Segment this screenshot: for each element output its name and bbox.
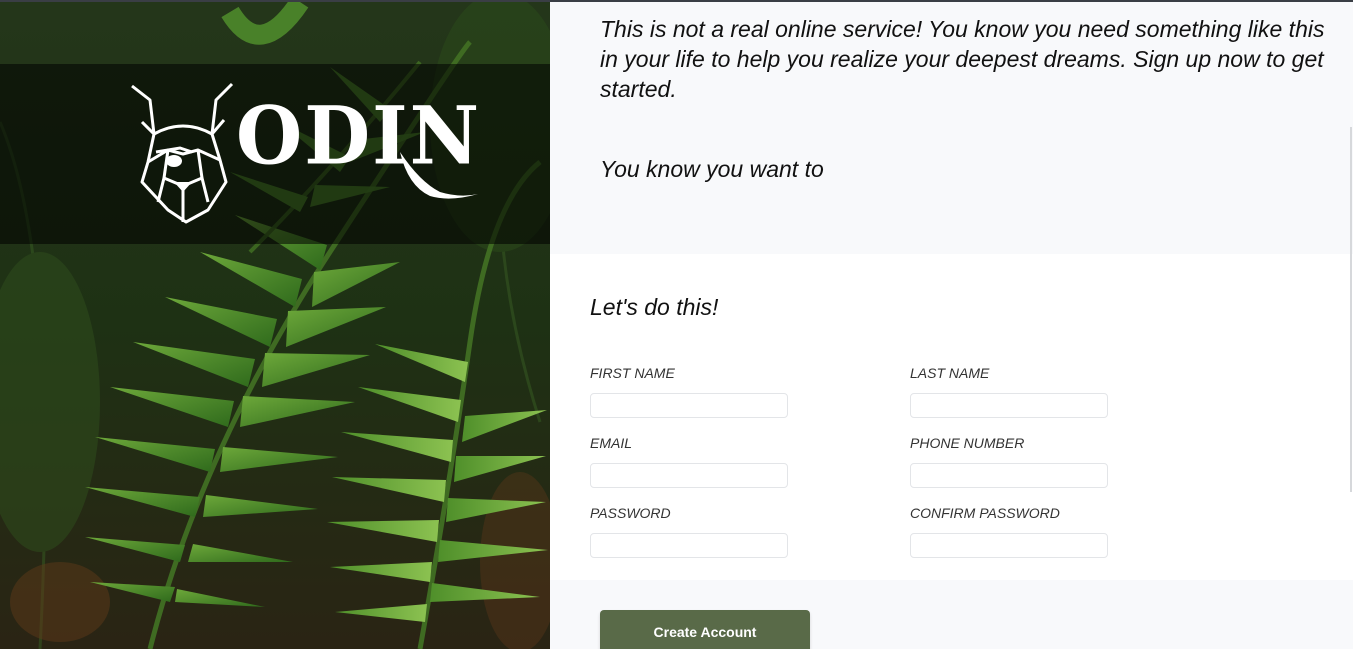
- scrollbar-track[interactable]: [1350, 127, 1352, 492]
- intro-subtext: You know you want to: [600, 156, 824, 182]
- phone-number-input[interactable]: [910, 463, 1108, 488]
- logo-swoosh-icon: [400, 152, 478, 199]
- confirm-password-input[interactable]: [910, 533, 1108, 558]
- viking-dog-head-icon: [131, 82, 234, 224]
- last-name-input[interactable]: [910, 393, 1108, 418]
- phone-number-label: PHONE NUMBER: [910, 435, 1025, 451]
- password-label: PASSWORD: [590, 505, 671, 521]
- email-label: EMAIL: [590, 435, 633, 451]
- first-name-label: FIRST NAME: [590, 365, 675, 381]
- first-name-input[interactable]: [590, 393, 788, 418]
- form-title: Let's do this!: [590, 294, 719, 320]
- last-name-label: LAST NAME: [910, 365, 990, 381]
- password-input[interactable]: [590, 533, 788, 558]
- intro-text: This is not a real online service! You k…: [600, 16, 1325, 102]
- hero-panel: ODIN: [0, 2, 550, 649]
- signup-form: Let's do this! FIRST NAME LAST NAME EMAI…: [550, 254, 1353, 580]
- create-account-button[interactable]: Create Account: [600, 610, 810, 649]
- content-panel: This is not a real online service! You k…: [550, 2, 1353, 649]
- signup-page: ODIN This is not a real online service! …: [0, 0, 1353, 649]
- email-input[interactable]: [590, 463, 788, 488]
- confirm-password-label: CONFIRM PASSWORD: [910, 505, 1060, 521]
